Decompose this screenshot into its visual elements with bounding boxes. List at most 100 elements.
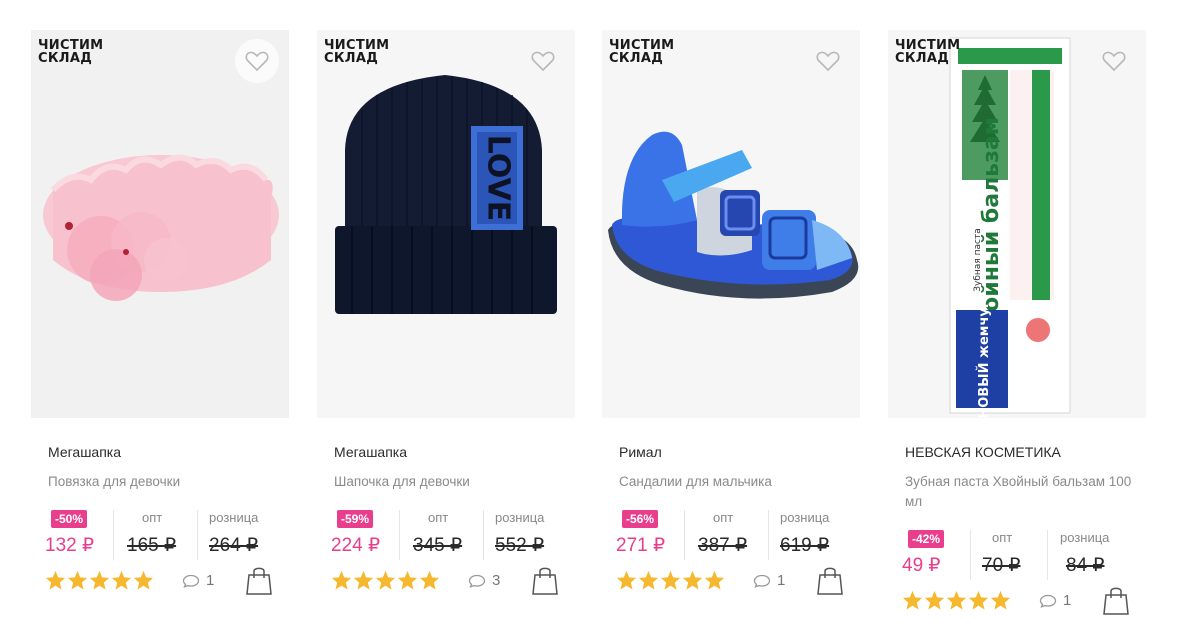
product-card[interactable]: ЧИСТИМ СКЛАД Мегашапка Повязка для девоч… (31, 30, 289, 630)
opt-price: 165 ₽ (127, 535, 177, 556)
toothpaste-image: Хвойный бальзам Зубная паста НОВЫЙ жемчу… (949, 37, 1071, 418)
shopping-bag-icon[interactable] (816, 564, 844, 596)
star-icon (968, 590, 989, 610)
svg-text:НОВЫЙ жемчуг: НОВЫЙ жемчуг (976, 301, 992, 418)
product-title[interactable]: Повязка для девочки (48, 472, 278, 492)
comment-icon (468, 574, 486, 588)
opt-label: опт (713, 510, 734, 525)
comment-icon (1039, 594, 1057, 608)
star-icon (660, 570, 681, 590)
rating-stars (331, 570, 440, 590)
favorite-button[interactable] (806, 39, 850, 83)
headband-image (43, 154, 279, 301)
divider (970, 530, 971, 580)
current-price: 49 ₽ (902, 555, 941, 576)
opt-label: опт (142, 510, 163, 525)
current-price: 271 ₽ (616, 535, 666, 556)
divider (1047, 530, 1048, 580)
rating-row: 1 (616, 567, 856, 596)
current-price: 224 ₽ (331, 535, 381, 556)
sale-badge: ЧИСТИМ СКЛАД (38, 38, 104, 66)
current-price: 132 ₽ (45, 535, 95, 556)
product-title[interactable]: Шапочка для девочки (334, 472, 564, 492)
favorite-button[interactable] (235, 39, 279, 83)
comments-link[interactable]: 1 (182, 572, 214, 589)
comment-icon (182, 574, 200, 588)
comments-count: 1 (777, 572, 786, 589)
star-icon (924, 590, 945, 610)
opt-price: 345 ₽ (413, 535, 463, 556)
shopping-bag-icon[interactable] (1102, 584, 1130, 616)
heart-icon (531, 51, 555, 72)
star-icon (397, 570, 418, 590)
retail-label: розница (495, 510, 545, 525)
product-card[interactable]: ЧИСТИМ СКЛАД Римал Сандалии для мальчика… (602, 30, 860, 630)
star-icon (353, 570, 374, 590)
product-title[interactable]: Сандалии для мальчика (619, 472, 849, 492)
divider (768, 510, 769, 560)
retail-price: 84 ₽ (1066, 555, 1105, 576)
retail-price: 552 ₽ (495, 535, 545, 556)
divider (483, 510, 484, 560)
product-image[interactable] (602, 30, 860, 418)
rating-stars (902, 590, 1011, 610)
sandal-image (608, 131, 859, 299)
product-image[interactable] (31, 30, 289, 418)
star-icon (331, 570, 352, 590)
comments-link[interactable]: 1 (1039, 592, 1071, 609)
product-title[interactable]: Зубная паста Хвойный бальзам 100 мл (905, 472, 1135, 512)
star-icon (375, 570, 396, 590)
comment-icon (753, 574, 771, 588)
heart-icon (245, 51, 269, 72)
discount-badge: -50% (51, 510, 88, 528)
star-icon (946, 590, 967, 610)
heart-icon (1102, 51, 1126, 72)
retail-label: розница (209, 510, 259, 525)
retail-price: 264 ₽ (209, 535, 259, 556)
product-image[interactable]: Хвойный бальзам Зубная паста НОВЫЙ жемчу… (888, 30, 1146, 418)
discount-badge: -56% (622, 510, 659, 528)
product-brand[interactable]: Римал (619, 444, 662, 460)
sale-badge: ЧИСТИМ СКЛАД (324, 38, 390, 66)
product-brand[interactable]: НЕВСКАЯ КОСМЕТИКА (905, 444, 1061, 460)
retail-label: розница (780, 510, 830, 525)
star-icon (111, 570, 132, 590)
star-icon (419, 570, 440, 590)
rating-row: 1 (45, 567, 285, 596)
retail-label: розница (1060, 530, 1110, 545)
svg-text:Зубная паста: Зубная паста (973, 228, 983, 291)
product-brand[interactable]: Мегашапка (334, 444, 407, 460)
star-icon (990, 590, 1011, 610)
shopping-bag-icon[interactable] (531, 564, 559, 596)
product-image[interactable]: LOVE (317, 30, 575, 418)
rating-stars (45, 570, 154, 590)
comments-count: 1 (1063, 592, 1072, 609)
divider (684, 510, 685, 560)
comments-count: 1 (206, 572, 215, 589)
comments-link[interactable]: 1 (753, 572, 785, 589)
star-icon (682, 570, 703, 590)
divider (399, 510, 400, 560)
retail-price: 619 ₽ (780, 535, 830, 556)
discount-badge: -59% (337, 510, 374, 528)
product-card[interactable]: LOVE ЧИСТИМ СКЛАД Мегашапка Шапочка для … (317, 30, 575, 630)
star-icon (133, 570, 154, 590)
sale-badge: ЧИСТИМ СКЛАД (609, 38, 675, 66)
rating-stars (616, 570, 725, 590)
heart-icon (816, 51, 840, 72)
discount-badge: -42% (908, 530, 945, 548)
comments-count: 3 (492, 572, 501, 589)
product-brand[interactable]: Мегашапка (48, 444, 121, 460)
comments-link[interactable]: 3 (468, 572, 500, 589)
favorite-button[interactable] (521, 39, 565, 83)
sale-badge: ЧИСТИМ СКЛАД (895, 38, 961, 66)
product-card[interactable]: Хвойный бальзам Зубная паста НОВЫЙ жемчу… (888, 30, 1146, 630)
opt-price: 70 ₽ (982, 555, 1021, 576)
svg-text:LOVE: LOVE (481, 135, 516, 221)
shopping-bag-icon[interactable] (245, 564, 273, 596)
rating-row: 1 (902, 587, 1142, 616)
divider (197, 510, 198, 560)
favorite-button[interactable] (1092, 39, 1136, 83)
star-icon (638, 570, 659, 590)
star-icon (45, 570, 66, 590)
